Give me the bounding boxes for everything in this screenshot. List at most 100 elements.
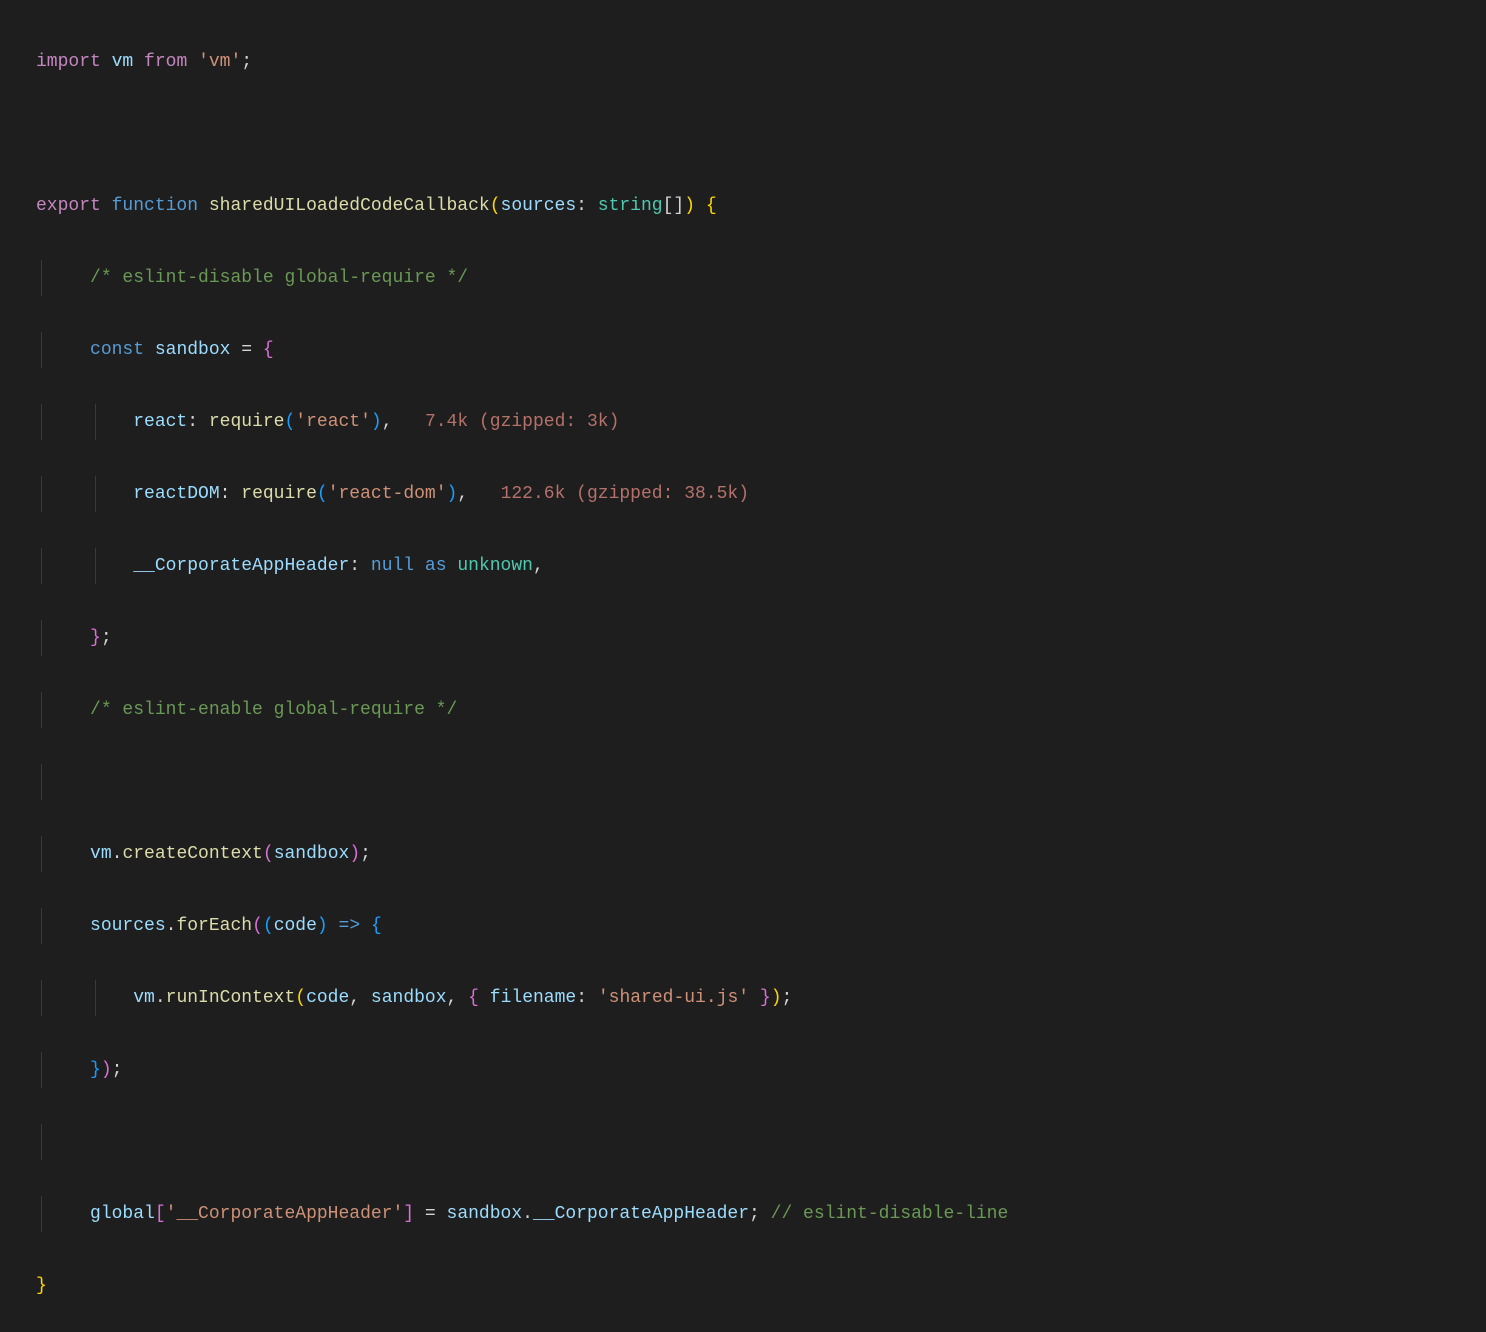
size-hint: 7.4k (gzipped: 3k) [425,412,619,432]
object-key: filename [490,988,576,1008]
code-line: }); [36,1052,1486,1088]
keyword-null: null [371,556,414,576]
require-call: require [241,484,317,504]
brace-close: } [36,1276,47,1296]
argument: code [306,988,349,1008]
paren-close: ) [371,412,382,432]
colon: : [187,412,198,432]
colon: : [576,988,587,1008]
code-line: sources.forEach((code) => { [36,908,1486,944]
semi: ; [112,1060,123,1080]
brace-close: } [90,628,101,648]
paren-open: ( [252,916,263,936]
brace-close: } [90,1060,101,1080]
identifier: sources [90,916,166,936]
type: string [598,196,663,216]
punct: ; [241,52,252,72]
equals: = [241,340,252,360]
colon: : [576,196,587,216]
code-line: react: require('react'), 7.4k (gzipped: … [36,404,1486,440]
identifier: sandbox [447,1204,523,1224]
paren-close: ) [771,988,782,1008]
brace-open: { [263,340,274,360]
code-line: /* eslint-disable global-require */ [36,260,1486,296]
identifier: __CorporateAppHeader [533,1204,749,1224]
comment: /* eslint-disable global-require */ [90,268,468,288]
colon: : [349,556,360,576]
object-key: react [133,412,187,432]
code-line: global['__CorporateAppHeader'] = sandbox… [36,1196,1486,1232]
code-line: vm.createContext(sandbox); [36,836,1486,872]
code-line: vm.runInContext(code, sandbox, { filenam… [36,980,1486,1016]
function-name: sharedUILoadedCodeCallback [209,196,490,216]
code-line: export function sharedUILoadedCodeCallba… [36,188,1486,224]
brace-open: { [706,196,717,216]
string-literal: 'vm' [198,52,241,72]
brace-open: { [371,916,382,936]
paren-close: ) [317,916,328,936]
comma: , [447,988,458,1008]
string-literal: 'react' [295,412,371,432]
equals: = [425,1204,436,1224]
comma: , [457,484,468,504]
dot: . [166,916,177,936]
paren-open: ( [284,412,295,432]
paren-close: ) [101,1060,112,1080]
keyword-import: import [36,52,101,72]
semi: ; [101,628,112,648]
code-line: }; [36,620,1486,656]
argument: sandbox [274,844,350,864]
param: sources [501,196,577,216]
code-line: __CorporateAppHeader: null as unknown, [36,548,1486,584]
object-key: reactDOM [133,484,219,504]
identifier: global [90,1204,155,1224]
code-editor[interactable]: import vm from 'vm'; export function sha… [0,8,1486,1332]
paren-close: ) [684,196,695,216]
code-line: reactDOM: require('react-dom'), 122.6k (… [36,476,1486,512]
semi: ; [749,1204,760,1224]
comment: // eslint-disable-line [771,1204,1009,1224]
param: code [274,916,317,936]
code-line: import vm from 'vm'; [36,44,1486,80]
code-line: } [36,1268,1486,1304]
require-call: require [209,412,285,432]
comma: , [533,556,544,576]
paren-open: ( [490,196,501,216]
paren-close: ) [349,844,360,864]
identifier: vm [112,52,134,72]
code-line: const sandbox = { [36,332,1486,368]
identifier: vm [133,988,155,1008]
bracket-close: ] [403,1204,414,1224]
brace-close: } [760,988,771,1008]
identifier: vm [90,844,112,864]
colon: : [220,484,231,504]
paren-open: ( [295,988,306,1008]
object-key: __CorporateAppHeader [133,556,349,576]
bracket-open: [ [155,1204,166,1224]
comma: , [349,988,360,1008]
method-call: createContext [122,844,262,864]
code-line [36,1124,1486,1160]
paren-open: ( [317,484,328,504]
size-hint: 122.6k (gzipped: 38.5k) [501,484,749,504]
brackets: [] [663,196,685,216]
identifier: sandbox [155,340,231,360]
type: unknown [457,556,533,576]
brace-open: { [468,988,479,1008]
dot: . [112,844,123,864]
keyword-function: function [112,196,198,216]
string-literal: 'shared-ui.js' [598,988,749,1008]
code-line [36,764,1486,800]
keyword-export: export [36,196,101,216]
arrow: => [339,916,361,936]
comma: , [382,412,393,432]
code-line [36,116,1486,152]
code-line: /* eslint-enable global-require */ [36,692,1486,728]
semi: ; [360,844,371,864]
dot: . [522,1204,533,1224]
comment: /* eslint-enable global-require */ [90,700,457,720]
paren-open: ( [263,916,274,936]
method-call: forEach [176,916,252,936]
paren-open: ( [263,844,274,864]
string-literal: '__CorporateAppHeader' [166,1204,404,1224]
